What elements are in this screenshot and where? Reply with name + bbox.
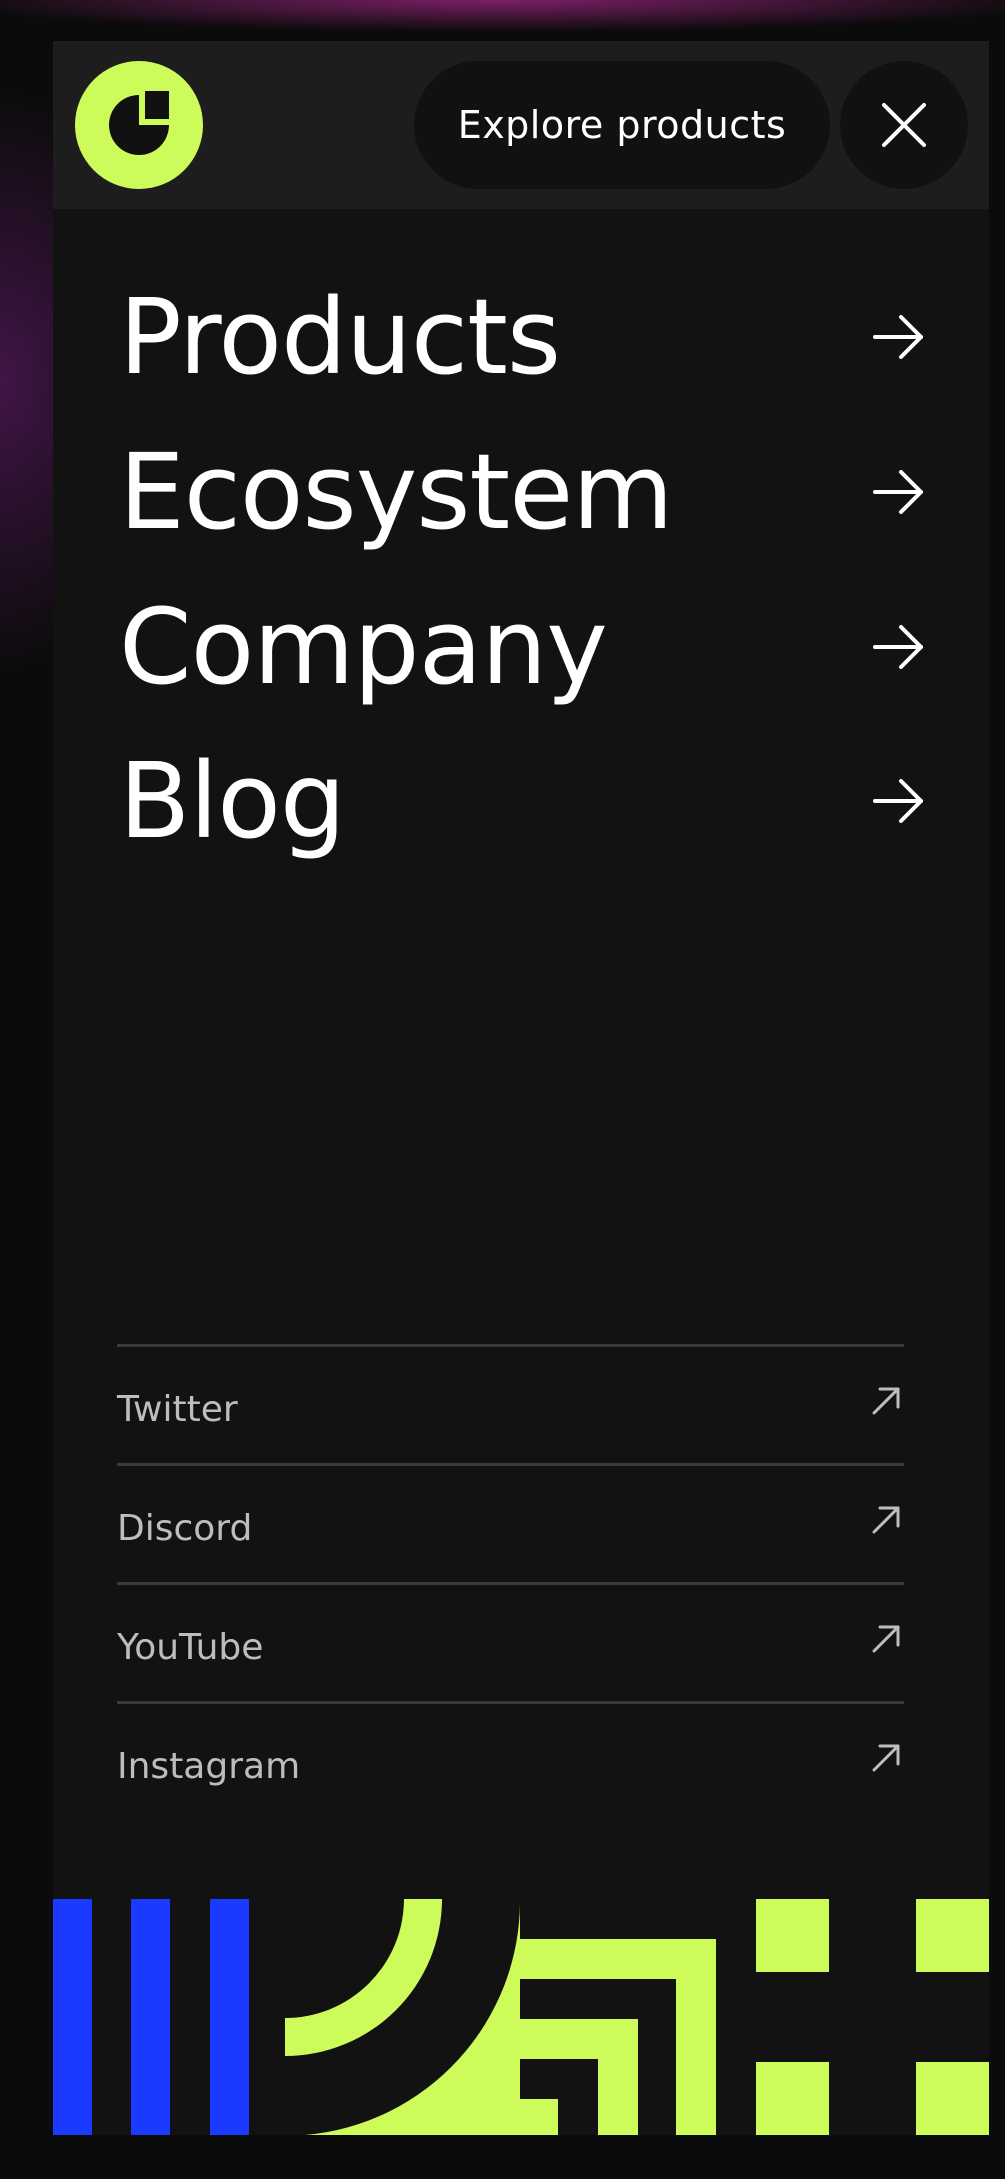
social-link-twitter[interactable]: Twitter [117, 1344, 904, 1463]
social-link-label: Instagram [117, 1745, 301, 1787]
nav-item-products[interactable]: Products [119, 267, 949, 407]
decorative-graphic [53, 1899, 989, 2135]
external-link-icon [872, 1506, 900, 1534]
arrow-right-icon [873, 315, 923, 359]
external-link-icon [872, 1625, 900, 1653]
nav-item-label: Products [119, 276, 561, 398]
arrow-right-icon [873, 625, 923, 669]
nav-item-ecosystem[interactable]: Ecosystem [119, 422, 949, 562]
nav-item-label: Ecosystem [119, 431, 674, 553]
nav-item-blog[interactable]: Blog [119, 731, 949, 871]
external-link-icon [872, 1387, 900, 1415]
social-link-label: YouTube [117, 1626, 264, 1668]
social-link-label: Twitter [117, 1388, 238, 1430]
mobile-menu-panel: Explore products Products Ecosystem Comp… [53, 41, 989, 2135]
close-menu-button[interactable] [840, 61, 968, 189]
arrow-right-icon [873, 470, 923, 514]
menu-header: Explore products [53, 41, 989, 209]
social-link-discord[interactable]: Discord [117, 1463, 904, 1582]
social-links: Twitter Discord YouTube Instagram [117, 1344, 904, 1820]
social-link-instagram[interactable]: Instagram [117, 1701, 904, 1820]
close-icon [882, 103, 926, 147]
explore-products-button[interactable]: Explore products [414, 61, 830, 189]
external-link-icon [872, 1744, 900, 1772]
nav-item-company[interactable]: Company [119, 577, 949, 717]
arrow-right-icon [873, 779, 923, 823]
social-link-youtube[interactable]: YouTube [117, 1582, 904, 1701]
brand-logo-icon[interactable] [75, 61, 203, 189]
nav-item-label: Blog [119, 740, 346, 862]
social-link-label: Discord [117, 1507, 253, 1549]
nav-item-label: Company [119, 586, 608, 708]
